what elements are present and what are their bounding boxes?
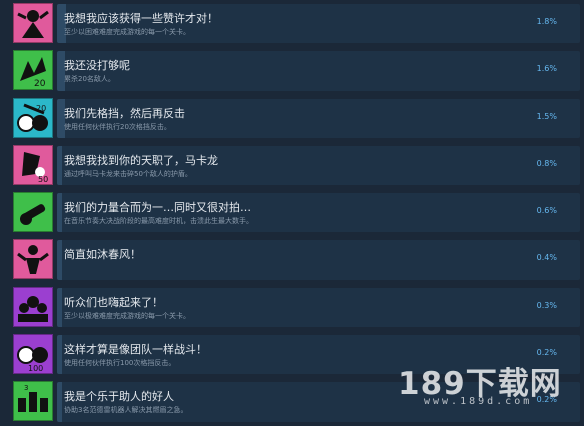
parry-20-icon: 20 <box>13 97 53 138</box>
achievement-description: 至少以极难难度完成游戏的每一个关卡。 <box>64 311 190 320</box>
achievement-title: 我想我应该获得一些赞许才对！ <box>64 12 218 25</box>
achievement-description: 使用任何伙伴执行100次格挡反击。 <box>64 359 176 368</box>
robot-dancer-icon <box>13 3 53 43</box>
achievement-description: 在音乐节奏大决战阶段的最高难度时机，击溃此生最大数手。 <box>64 217 253 226</box>
unlock-percentage: 1.8% <box>536 17 557 26</box>
achievement-description: 累杀20名敌人。 <box>64 75 115 84</box>
progress-fill <box>57 240 62 280</box>
unlock-percentage: 0.2% <box>536 348 557 358</box>
achievement-row[interactable]: 听众们也嗨起来了！ 至少以极难难度完成游戏的每一个关卡。 0.3% <box>0 284 584 331</box>
achievement-row[interactable]: 我们的力量合而为一…同时又很对拍… 在音乐节奏大决战阶段的最高难度时机，击溃此生… <box>0 189 584 236</box>
svg-text:20: 20 <box>34 79 46 89</box>
unlock-percentage: 0.6% <box>536 206 557 216</box>
shield-break-50-icon: 50 <box>13 144 53 185</box>
achievement-description: 协助3名范德雷机器人解决其燃眉之急。 <box>64 406 188 415</box>
unlock-percentage: 0.3% <box>536 300 557 310</box>
unlock-percentage: 0.2% <box>536 395 557 405</box>
progress-fill <box>57 287 62 328</box>
unlock-percentage: 0.4% <box>536 253 557 263</box>
achievement-title: 简直如沐春风！ <box>64 248 141 262</box>
progress-bar <box>57 51 580 91</box>
svg-text:100: 100 <box>28 364 43 373</box>
crowd-icon <box>13 286 53 327</box>
unlock-percentage: 0.8% <box>536 158 557 168</box>
achievement-row[interactable]: 100 这样才算是像团队一样战斗！ 使用任何伙伴执行100次格挡反击。 0.2% <box>0 331 584 378</box>
progress-fill <box>57 193 62 233</box>
progress-fill <box>57 335 62 375</box>
achievement-title: 这样才算是像团队一样战斗！ <box>64 343 207 357</box>
guitar-icon <box>13 192 53 233</box>
achievement-title: 我是个乐于助人的好人 <box>64 390 174 404</box>
parry-100-icon: 100 <box>13 334 53 375</box>
achievement-description: 使用任何伙伴执行20次格挡反击。 <box>64 122 171 131</box>
helper-robots-icon: 3 <box>13 381 53 422</box>
spring-character-icon <box>13 239 53 280</box>
achievement-title: 我们的力量合而为一…同时又很对拍… <box>64 201 251 215</box>
achievement-description: 至少以困难难度完成游戏的每一个关卡。 <box>64 28 190 36</box>
achievement-title: 我还没打够呢 <box>64 59 130 73</box>
unlock-percentage: 1.6% <box>536 64 557 74</box>
progress-fill <box>57 145 62 186</box>
svg-text:20: 20 <box>36 104 46 113</box>
achievement-row[interactable]: 我想我应该获得一些赞许才对！ 至少以困难难度完成游戏的每一个关卡。 1.8% <box>0 0 584 47</box>
progress-fill <box>57 382 62 422</box>
achievement-description: 通过呼叫马卡龙来击碎50个敌人的护盾。 <box>64 169 192 178</box>
achievement-row[interactable]: 20 我们先格挡，然后再反击 使用任何伙伴执行20次格挡反击。 1.5% <box>0 95 584 142</box>
achievement-row[interactable]: 3 我是个乐于助人的好人 协助3名范德雷机器人解决其燃眉之急。 0.2% <box>0 378 584 425</box>
svg-text:50: 50 <box>38 175 48 184</box>
achievement-row[interactable]: 20 我还没打够呢 累杀20名敌人。 1.6% <box>0 47 584 94</box>
achievement-row[interactable]: 简直如沐春风！ 0.4% <box>0 236 584 283</box>
achievement-row[interactable]: 50 我想我找到你的天职了，马卡龙 通过呼叫马卡龙来击碎50个敌人的护盾。 0.… <box>0 142 584 189</box>
achievement-title: 我想我找到你的天职了，马卡龙 <box>64 153 218 167</box>
achievement-list: 我想我应该获得一些赞许才对！ 至少以困难难度完成游戏的每一个关卡。 1.8% 2… <box>0 0 584 426</box>
svg-text:3: 3 <box>24 384 28 392</box>
unlock-percentage: 1.5% <box>536 111 557 121</box>
achievement-title: 我们先格挡，然后再反击 <box>64 106 185 120</box>
combo-20-icon: 20 <box>13 50 53 91</box>
achievement-title: 听众们也嗨起来了！ <box>64 295 163 309</box>
